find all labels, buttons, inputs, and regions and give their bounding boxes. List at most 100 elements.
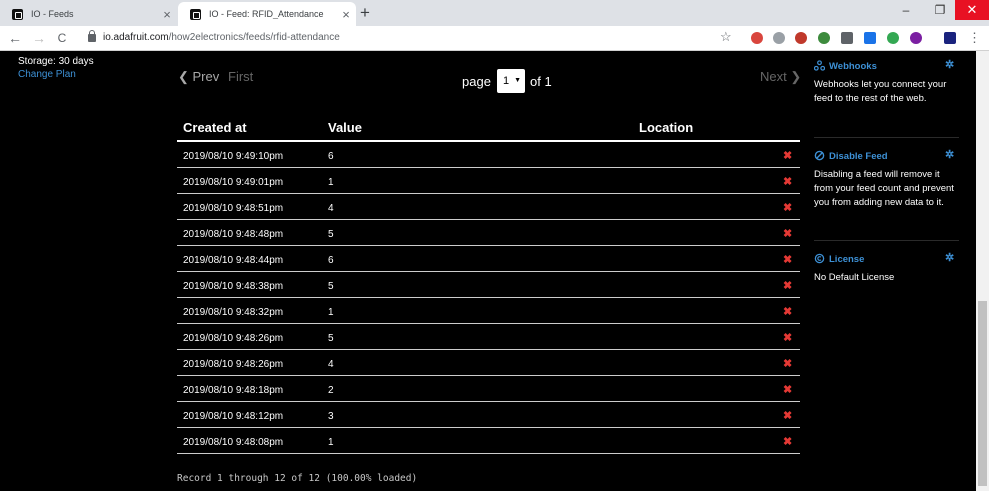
tab-close-icon[interactable]: × — [157, 7, 177, 22]
cell-created-at: 2019/08/10 9:48:12pm — [183, 411, 284, 422]
delete-icon[interactable]: ✖ — [783, 151, 793, 162]
next-page-button[interactable]: Next ❯ — [760, 69, 801, 85]
webhooks-header[interactable]: Webhooks ✲ — [814, 58, 959, 78]
delete-icon[interactable]: ✖ — [783, 385, 793, 396]
first-page-button[interactable]: First — [228, 69, 253, 84]
change-plan-link[interactable]: Change Plan — [18, 68, 94, 81]
url-path: /how2electronics/feeds/rfid-attendance — [168, 32, 340, 43]
table-row: 2019/08/10 9:48:44pm 6 ✖ — [177, 246, 800, 272]
restore-button[interactable]: ❐ — [926, 3, 954, 17]
table-header: Created at Value Location — [177, 115, 800, 142]
cell-value: 4 — [328, 359, 334, 370]
minimize-button[interactable]: – — [892, 3, 920, 17]
extension-icon[interactable] — [887, 32, 899, 44]
delete-icon[interactable]: ✖ — [783, 437, 793, 448]
extension-icon[interactable] — [818, 32, 830, 44]
cell-value: 3 — [328, 411, 334, 422]
delete-icon[interactable]: ✖ — [783, 333, 793, 344]
cell-value: 1 — [328, 177, 334, 188]
table-row: 2019/08/10 9:48:32pm 1 ✖ — [177, 298, 800, 324]
page-label: page — [462, 74, 491, 89]
page-count: of 1 — [530, 74, 552, 89]
cell-created-at: 2019/08/10 9:48:08pm — [183, 437, 284, 448]
table-row: 2019/08/10 9:48:26pm 4 ✖ — [177, 350, 800, 376]
feed-data-table: Created at Value Location 2019/08/10 9:4… — [177, 115, 800, 454]
table-row: 2019/08/10 9:49:10pm 6 ✖ — [177, 142, 800, 168]
extension-icon[interactable] — [944, 32, 956, 44]
extension-icon[interactable] — [751, 32, 763, 44]
table-row: 2019/08/10 9:49:01pm 1 ✖ — [177, 168, 800, 194]
forward-arrow-icon[interactable]: → — [30, 30, 48, 46]
window-close-button[interactable]: ✕ — [955, 0, 989, 20]
cell-created-at: 2019/08/10 9:49:10pm — [183, 151, 284, 162]
tab-io-feeds[interactable]: IO - Feeds × — [0, 2, 177, 26]
table-row: 2019/08/10 9:48:08pm 1 ✖ — [177, 428, 800, 454]
extension-icon[interactable] — [841, 32, 853, 44]
delete-icon[interactable]: ✖ — [783, 359, 793, 370]
browser-menu-icon[interactable]: ⋮ — [968, 30, 981, 46]
reload-icon[interactable]: C — [53, 31, 71, 45]
prev-page-button[interactable]: ❮ Prev — [178, 69, 219, 85]
disable-icon — [814, 150, 825, 161]
scrollbar-thumb[interactable] — [978, 301, 987, 486]
cell-created-at: 2019/08/10 9:48:32pm — [183, 307, 284, 318]
cell-value: 6 — [328, 255, 334, 266]
delete-icon[interactable]: ✖ — [783, 203, 793, 214]
webhooks-description: Webhooks let you connect your feed to th… — [814, 79, 947, 104]
tab-title: IO - Feeds — [31, 9, 74, 19]
license-header[interactable]: License ✲ — [814, 251, 959, 271]
delete-icon[interactable]: ✖ — [783, 177, 793, 188]
cell-created-at: 2019/08/10 9:48:38pm — [183, 281, 284, 292]
table-row: 2019/08/10 9:48:38pm 5 ✖ — [177, 272, 800, 298]
delete-icon[interactable]: ✖ — [783, 281, 793, 292]
page-select-value: 1 — [503, 75, 510, 87]
tab-bar: IO - Feeds × IO - Feed: RFID_Attendance … — [0, 0, 989, 26]
webhooks-icon — [814, 60, 825, 71]
tab-close-icon[interactable]: × — [336, 7, 356, 22]
cell-value: 6 — [328, 151, 334, 162]
table-row: 2019/08/10 9:48:51pm 4 ✖ — [177, 194, 800, 220]
header-location[interactable]: Location — [639, 120, 693, 135]
cell-created-at: 2019/08/10 9:48:26pm — [183, 359, 284, 370]
disable-feed-title: Disable Feed — [829, 151, 888, 162]
page-scrollbar[interactable] — [976, 51, 989, 491]
adafruit-io-favicon-icon — [12, 8, 23, 20]
delete-icon[interactable]: ✖ — [783, 255, 793, 266]
lock-icon — [88, 30, 96, 42]
cell-value: 2 — [328, 385, 334, 396]
cell-created-at: 2019/08/10 9:48:26pm — [183, 333, 284, 344]
gear-icon[interactable]: ✲ — [945, 148, 954, 162]
gear-icon[interactable]: ✲ — [945, 251, 954, 265]
delete-icon[interactable]: ✖ — [783, 411, 793, 422]
cell-created-at: 2019/08/10 9:48:51pm — [183, 203, 284, 214]
header-value[interactable]: Value — [328, 120, 362, 135]
bookmark-star-icon[interactable]: ☆ — [720, 29, 732, 45]
header-created-at[interactable]: Created at — [183, 120, 247, 135]
tab-title: IO - Feed: RFID_Attendance — [209, 9, 324, 19]
divider — [814, 240, 959, 241]
license-text: No Default License — [814, 272, 895, 283]
cell-value: 1 — [328, 307, 334, 318]
webhooks-panel: Webhooks ✲ Webhooks let you connect your… — [814, 58, 959, 106]
tab-rfid-attendance[interactable]: IO - Feed: RFID_Attendance × — [178, 2, 356, 26]
record-count-text: Record 1 through 12 of 12 (100.00% loade… — [177, 473, 418, 484]
extension-icon[interactable] — [773, 32, 785, 44]
cell-value: 5 — [328, 229, 334, 240]
url-domain: io.adafruit.com — [103, 32, 169, 43]
webhooks-title: Webhooks — [829, 61, 877, 72]
table-row: 2019/08/10 9:48:48pm 5 ✖ — [177, 220, 800, 246]
delete-icon[interactable]: ✖ — [783, 229, 793, 240]
table-row: 2019/08/10 9:48:26pm 5 ✖ — [177, 324, 800, 350]
delete-icon[interactable]: ✖ — [783, 307, 793, 318]
address-bar[interactable]: io.adafruit.com/how2electronics/feeds/rf… — [103, 32, 340, 43]
extension-icon[interactable] — [864, 32, 876, 44]
disable-feed-header[interactable]: Disable Feed ✲ — [814, 148, 959, 168]
page-select[interactable]: 1 ▼ — [497, 69, 525, 93]
table-row: 2019/08/10 9:48:18pm 2 ✖ — [177, 376, 800, 402]
adafruit-io-favicon-icon — [190, 8, 201, 20]
back-arrow-icon[interactable]: ← — [6, 30, 24, 46]
new-tab-button[interactable]: + — [360, 3, 370, 23]
gear-icon[interactable]: ✲ — [945, 58, 954, 72]
adblock-extension-icon[interactable] — [795, 32, 807, 44]
extension-icon[interactable] — [910, 32, 922, 44]
